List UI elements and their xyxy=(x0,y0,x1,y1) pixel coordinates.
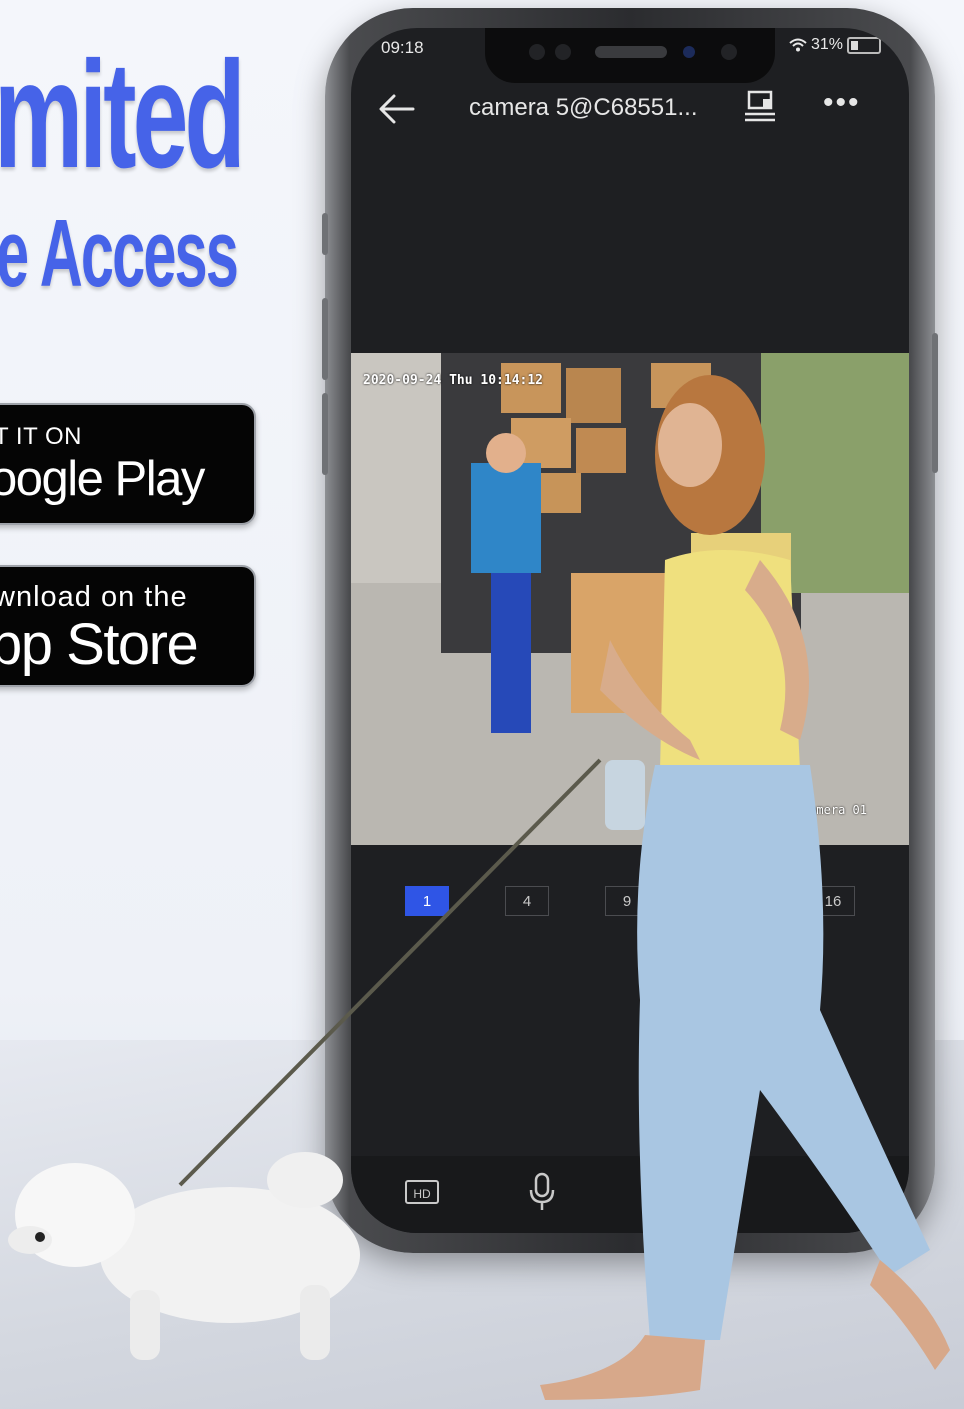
foreground-woman-and-dog xyxy=(8,375,950,1400)
woman-jeans xyxy=(637,765,930,1340)
woman-foot xyxy=(870,1260,950,1370)
woman-face xyxy=(658,403,722,487)
dog-leash xyxy=(178,758,602,1187)
woman-foot xyxy=(540,1335,705,1400)
woman-bag xyxy=(605,760,645,830)
